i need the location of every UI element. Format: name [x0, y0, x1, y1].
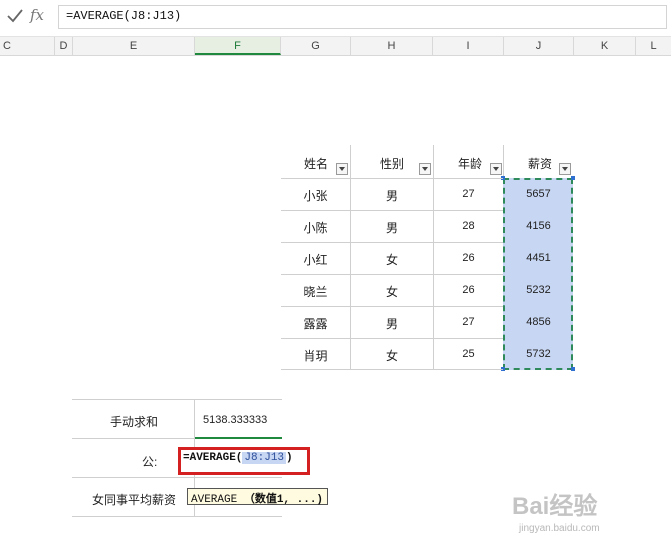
- cell-age[interactable]: 26: [434, 252, 503, 264]
- cell-gender[interactable]: 男: [351, 187, 433, 204]
- editing-formula[interactable]: =AVERAGE(J8:J13): [183, 452, 293, 464]
- selection-handle[interactable]: [571, 367, 575, 371]
- header-gender: 性别: [380, 157, 405, 171]
- selection-handle[interactable]: [571, 176, 575, 180]
- cell-name[interactable]: 晓兰: [281, 283, 350, 300]
- cell-age[interactable]: 25: [434, 348, 503, 360]
- cell-gender[interactable]: 女: [351, 283, 433, 300]
- cell-name[interactable]: 小张: [281, 187, 350, 204]
- tooltip-args: （数值1, ...): [243, 494, 324, 506]
- column-header-j[interactable]: J: [504, 37, 574, 55]
- grid-line: [281, 369, 503, 370]
- fx-icon[interactable]: fx: [30, 6, 44, 24]
- grid-line: [281, 306, 503, 307]
- column-header-h[interactable]: H: [351, 37, 433, 55]
- salary-range-selection[interactable]: [503, 178, 573, 370]
- cell-name[interactable]: 肖玥: [281, 347, 350, 364]
- cell-salary[interactable]: 5232: [504, 284, 573, 296]
- function-tooltip: AVERAGE （数值1, ...): [187, 488, 329, 506]
- grid-line: [281, 242, 503, 243]
- column-header-f[interactable]: F: [195, 37, 281, 55]
- cell-underline: [194, 437, 282, 439]
- filter-dropdown-icon[interactable]: [419, 163, 431, 175]
- header-age: 年龄: [458, 157, 483, 171]
- cell-gender[interactable]: 男: [351, 219, 433, 236]
- grid-line: [281, 274, 503, 275]
- header-name: 姓名: [304, 157, 329, 171]
- watermark-logo: Bai经验: [512, 493, 598, 520]
- label-female-average: 女同事平均薪资: [92, 493, 177, 507]
- cell-salary[interactable]: 4856: [504, 316, 573, 328]
- baidu-watermark: Bai经验 jingyan.baidu.com: [512, 486, 642, 542]
- column-header-k[interactable]: K: [574, 37, 636, 55]
- cell-salary[interactable]: 4156: [504, 220, 573, 232]
- formula-suffix: ): [286, 452, 293, 464]
- cell-gender[interactable]: 女: [351, 251, 433, 268]
- header-salary: 薪资: [528, 157, 553, 171]
- grid-line: [72, 399, 282, 400]
- cell-gender[interactable]: 女: [351, 347, 433, 364]
- formula-input[interactable]: =AVERAGE(J8:J13): [58, 5, 667, 29]
- cell-gender[interactable]: 男: [351, 315, 433, 332]
- grid-line: [72, 477, 282, 478]
- grid-line: [281, 338, 503, 339]
- cell-salary[interactable]: 5732: [504, 348, 573, 360]
- column-header-bar: C D E F G H I J K L: [0, 37, 671, 56]
- cell-salary[interactable]: 5657: [504, 188, 573, 200]
- check-icon[interactable]: [6, 7, 24, 25]
- tooltip-function[interactable]: AVERAGE: [191, 494, 237, 506]
- cell-name[interactable]: 小陈: [281, 219, 350, 236]
- filter-dropdown-icon[interactable]: [559, 163, 571, 175]
- formula-bar: fx =AVERAGE(J8:J13): [0, 0, 671, 37]
- filter-dropdown-icon[interactable]: [336, 163, 348, 175]
- label-manual-average: 手动求和: [110, 415, 159, 429]
- column-header-e[interactable]: E: [73, 37, 195, 55]
- formula-prefix: =AVERAGE(: [183, 452, 243, 464]
- column-header-i[interactable]: I: [433, 37, 504, 55]
- cell-name[interactable]: 露露: [281, 315, 350, 332]
- value-manual-average[interactable]: 5138.333333: [203, 414, 267, 426]
- column-header-c[interactable]: C: [0, 37, 55, 55]
- cell-age[interactable]: 28: [434, 220, 503, 232]
- grid-line: [281, 210, 503, 211]
- grid-line: [72, 438, 194, 439]
- cell-salary[interactable]: 4451: [504, 252, 573, 264]
- column-header-g[interactable]: G: [281, 37, 351, 55]
- column-header-d[interactable]: D: [55, 37, 73, 55]
- label-formula: 公:: [142, 455, 158, 469]
- cell-name[interactable]: 小红: [281, 251, 350, 268]
- cell-age[interactable]: 27: [434, 316, 503, 328]
- filter-dropdown-icon[interactable]: [490, 163, 502, 175]
- grid-line: [72, 516, 282, 517]
- formula-range-reference: J8:J13: [242, 452, 287, 464]
- column-header-l[interactable]: L: [636, 37, 671, 55]
- grid-line: [281, 178, 503, 179]
- cell-age[interactable]: 26: [434, 284, 503, 296]
- watermark-url: jingyan.baidu.com: [519, 523, 600, 534]
- cell-age[interactable]: 27: [434, 188, 503, 200]
